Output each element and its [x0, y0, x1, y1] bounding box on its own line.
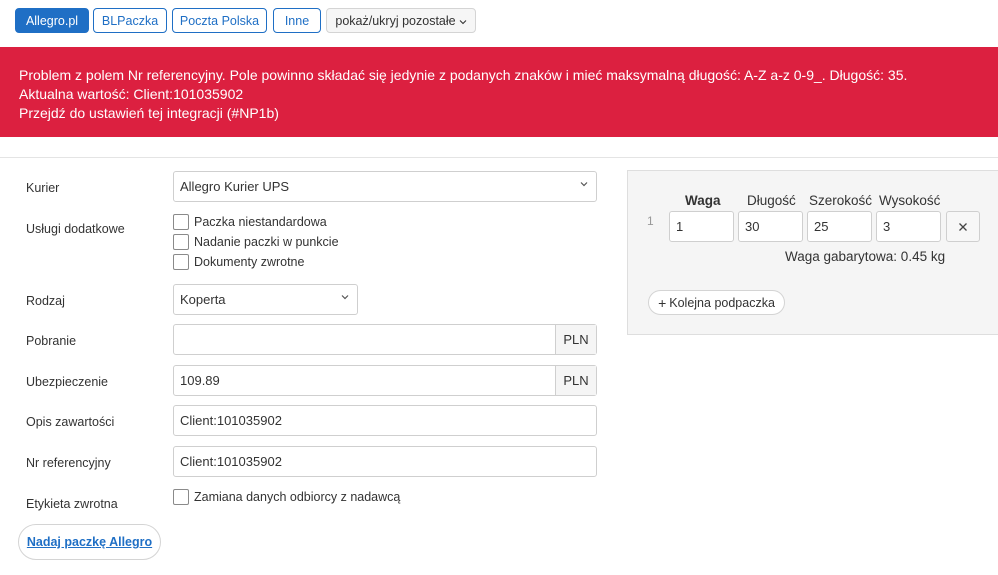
weight-header: Waga: [685, 193, 721, 208]
type-select[interactable]: Koperta: [173, 284, 358, 315]
extra-option-pickup-point[interactable]: Nadanie paczki w punkcie: [173, 233, 339, 250]
tab-inne[interactable]: Inne: [273, 8, 321, 33]
insurance-label: Ubezpieczenie: [26, 375, 108, 389]
chevron-down-icon: [341, 295, 349, 300]
length-value: 30: [745, 219, 760, 234]
submit-allegro-button[interactable]: Nadaj paczkę Allegro: [18, 524, 161, 560]
dimensional-weight: Waga gabarytowa: 0.45 kg: [785, 249, 946, 264]
alert-current-value: Aktualna wartość: Client:101035902: [19, 86, 244, 102]
chevron-down-icon: [580, 182, 588, 187]
insurance-input[interactable]: 109.89 PLN: [173, 365, 597, 396]
alert-message: Problem z polem Nr referencyjny. Pole po…: [19, 67, 908, 83]
cod-label: Pobranie: [26, 334, 77, 348]
insurance-currency-addon: PLN: [555, 366, 596, 395]
tab-blpaczka[interactable]: BLPaczka: [93, 8, 167, 33]
weight-input[interactable]: 1: [669, 211, 734, 242]
return-label-option[interactable]: Zamiana danych odbiorcy z nadawcą: [173, 488, 400, 505]
tab-allegro[interactable]: Allegro.pl: [15, 8, 89, 33]
packages-panel: Waga Długość Szerokość Wysokość 1 1 30 2…: [627, 170, 998, 335]
width-header: Szerokość: [809, 193, 873, 208]
pickup-point-checkbox[interactable]: [173, 233, 189, 250]
courier-label: Kurier: [26, 181, 60, 195]
reference-value: Client:101035902: [180, 454, 282, 469]
tab-poczta-polska[interactable]: Poczta Polska: [172, 8, 267, 33]
height-header: Wysokość: [879, 193, 941, 208]
type-value: Koperta: [180, 292, 226, 307]
reference-label: Nr referencyjny: [26, 456, 111, 470]
return-docs-checkbox[interactable]: [173, 253, 189, 270]
chevron-down-icon: [459, 19, 466, 24]
swap-recipient-label: Zamiana danych odbiorcy z nadawcą: [194, 489, 401, 504]
length-header: Długość: [747, 193, 796, 208]
width-value: 25: [814, 219, 829, 234]
section-divider: [0, 157, 998, 158]
extra-option-return-docs[interactable]: Dokumenty zwrotne: [173, 253, 304, 270]
pickup-point-label: Nadanie paczki w punkcie: [194, 234, 339, 249]
swap-recipient-checkbox[interactable]: [173, 488, 189, 505]
add-subpackage-button[interactable]: + Kolejna podpaczka: [648, 290, 785, 315]
toggle-more-button[interactable]: pokaż/ukryj pozostałe: [326, 8, 476, 33]
alert-settings-link[interactable]: Przejdź do ustawień tej integracji (#NP1…: [19, 104, 979, 123]
height-input[interactable]: 3: [876, 211, 941, 242]
extras-label: Usługi dodatkowe: [26, 222, 125, 236]
package-row-number: 1: [647, 214, 654, 228]
contents-label: Opis zawartości: [26, 415, 115, 429]
add-subpackage-label: Kolejna podpaczka: [669, 295, 775, 310]
height-value: 3: [883, 219, 891, 234]
remove-package-button[interactable]: [946, 211, 980, 242]
reference-input[interactable]: Client:101035902: [173, 446, 597, 477]
weight-value: 1: [676, 219, 684, 234]
courier-select[interactable]: Allegro Kurier UPS: [173, 171, 597, 202]
return-label-label: Etykieta zwrotna: [26, 497, 118, 511]
contents-value: Client:101035902: [180, 413, 282, 428]
cod-currency-addon: PLN: [555, 325, 596, 354]
insurance-value: 109.89: [180, 373, 220, 388]
type-label: Rodzaj: [26, 294, 65, 308]
nonstandard-checkbox[interactable]: [173, 213, 189, 230]
plus-icon: +: [658, 294, 667, 311]
length-input[interactable]: 30: [738, 211, 803, 242]
courier-value: Allegro Kurier UPS: [180, 179, 290, 194]
cod-input[interactable]: PLN: [173, 324, 597, 355]
toggle-more-label: pokaż/ukryj pozostałe: [335, 13, 456, 28]
error-alert: Problem z polem Nr referencyjny. Pole po…: [0, 47, 998, 137]
return-docs-label: Dokumenty zwrotne: [194, 254, 305, 269]
extra-option-nonstandard[interactable]: Paczka niestandardowa: [173, 213, 327, 230]
width-input[interactable]: 25: [807, 211, 872, 242]
close-icon: [959, 222, 967, 231]
contents-input[interactable]: Client:101035902: [173, 405, 597, 436]
nonstandard-label: Paczka niestandardowa: [194, 214, 327, 229]
